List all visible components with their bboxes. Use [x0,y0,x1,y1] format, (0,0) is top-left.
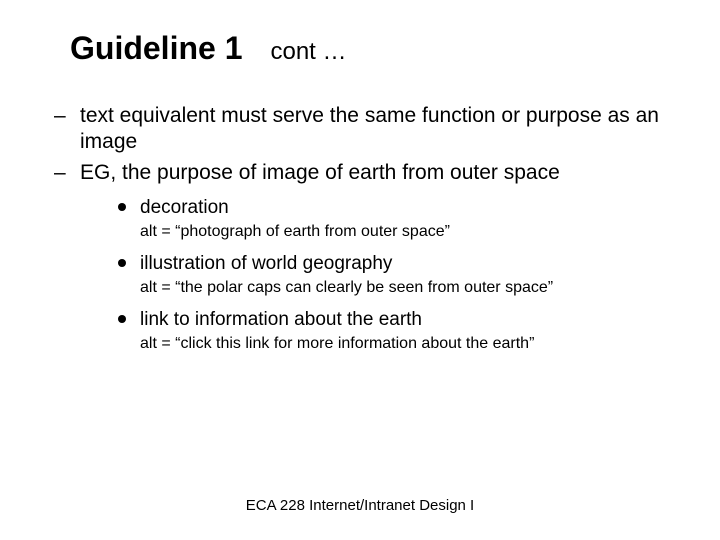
alt-text: alt = “click this link for more informat… [140,334,676,353]
dot-item: illustration of world geography [118,252,676,277]
dash-item: text equivalent must serve the same func… [54,103,676,156]
slide-subtitle: cont … [270,38,346,66]
title-row: Guideline 1 cont … [70,30,676,67]
dot-list: link to information about the earth [118,308,676,333]
slide-footer: ECA 228 Internet/Intranet Design I [0,497,720,514]
dash-list: text equivalent must serve the same func… [54,103,676,353]
slide: Guideline 1 cont … text equivalent must … [0,0,720,540]
dot-item: decoration [118,196,676,221]
dot-list: illustration of world geography [118,252,676,277]
dot-list: decoration [118,196,676,221]
alt-text: alt = “photograph of earth from outer sp… [140,222,676,241]
alt-text: alt = “the polar caps can clearly be see… [140,278,676,297]
dash-item-text: EG, the purpose of image of earth from o… [80,161,560,184]
slide-title: Guideline 1 [70,30,242,67]
dot-item: link to information about the earth [118,308,676,333]
dash-item: EG, the purpose of image of earth from o… [54,160,676,354]
